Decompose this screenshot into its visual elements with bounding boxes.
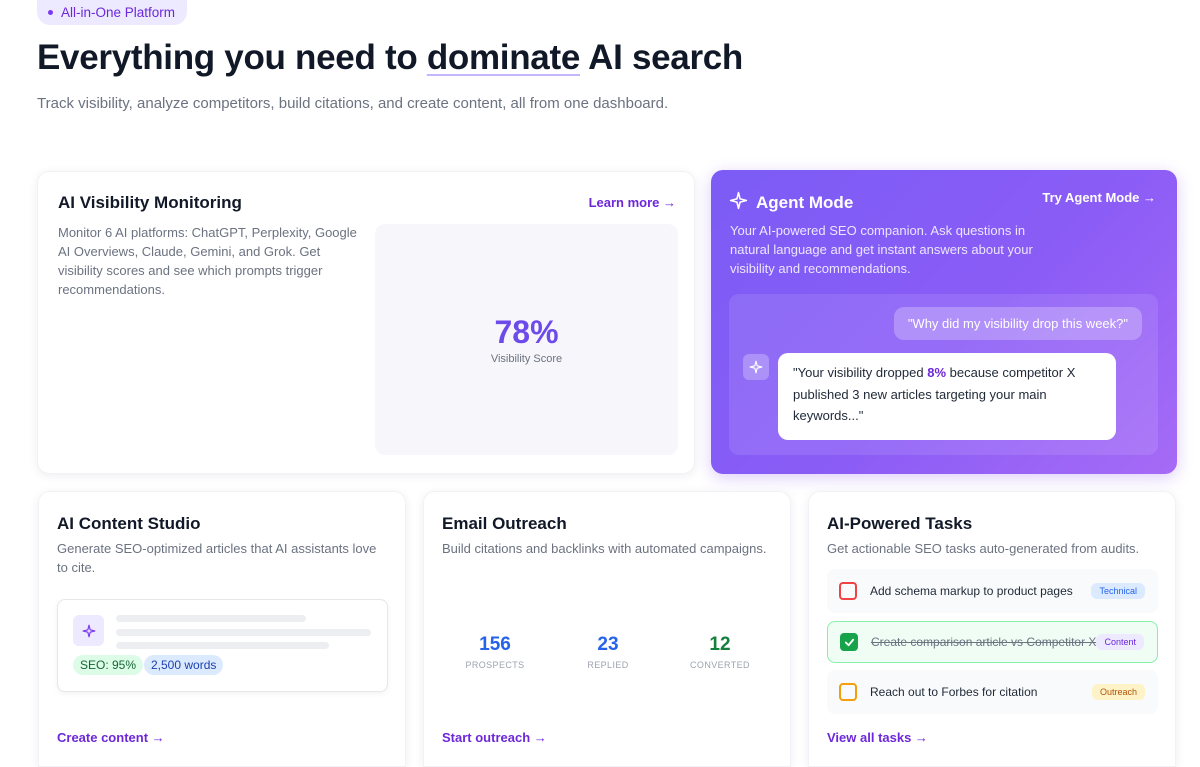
- sparkle-icon: [729, 191, 748, 215]
- task-tag: Outreach: [1091, 684, 1145, 700]
- task-item[interactable]: Reach out to Forbes for citation Outreac…: [827, 670, 1158, 714]
- title-highlight: dominate: [426, 38, 580, 77]
- visibility-score-panel: 78% Visibility Score: [375, 224, 678, 455]
- learn-more-link[interactable]: Learn more →: [589, 195, 676, 210]
- visibility-score: 78%: [494, 314, 559, 350]
- placeholder-line: [116, 642, 329, 649]
- stat-converted: 12 CONVERTED: [660, 634, 780, 670]
- email-outreach-description: Build citations and backlinks with autom…: [442, 541, 767, 556]
- task-text: Reach out to Forbes for citation: [870, 685, 1038, 699]
- task-tag: Content: [1096, 634, 1144, 650]
- task-item[interactable]: Create comparison article vs Competitor …: [827, 621, 1158, 663]
- seo-score-tag: SEO: 95%: [73, 655, 144, 675]
- tasks-title: AI-Powered Tasks: [827, 514, 973, 533]
- view-all-tasks-link[interactable]: View all tasks →: [827, 730, 928, 745]
- title-post: AI search: [580, 38, 744, 77]
- task-text: Add schema markup to product pages: [870, 584, 1073, 598]
- content-studio-description: Generate SEO-optimized articles that AI …: [57, 541, 377, 575]
- start-outreach-link[interactable]: Start outreach →: [442, 730, 547, 745]
- platform-badge: All-in-One Platform: [37, 0, 188, 25]
- stat-label: REPLIED: [587, 660, 629, 670]
- word-count-tag: 2,500 words: [144, 655, 224, 675]
- task-checkbox[interactable]: [839, 683, 857, 701]
- stat-prospects: 156 PROSPECTS: [435, 634, 555, 670]
- content-studio-card: AI Content Studio Generate SEO-optimized…: [38, 491, 406, 767]
- stat-value: 12: [709, 634, 731, 655]
- agent-description: Your AI-powered SEO companion. Ask quest…: [730, 223, 1033, 276]
- reply-highlight: 8%: [927, 365, 947, 380]
- tasks-card: AI-Powered Tasks Get actionable SEO task…: [808, 491, 1176, 767]
- page-subtitle: Track visibility, analyze competitors, b…: [37, 95, 669, 112]
- reply-pre: "Your visibility dropped: [793, 365, 928, 380]
- task-checkbox[interactable]: [840, 633, 858, 651]
- stat-label: CONVERTED: [690, 660, 750, 670]
- check-icon: [844, 638, 854, 646]
- content-studio-title: AI Content Studio: [57, 514, 201, 533]
- agent-header: Agent Mode: [729, 191, 853, 215]
- stat-label: PROSPECTS: [465, 660, 525, 670]
- stat-value: 156: [479, 634, 511, 655]
- visibility-card: AI Visibility Monitoring Learn more → Mo…: [37, 171, 695, 474]
- agent-chat-preview: "Why did my visibility drop this week?" …: [729, 294, 1158, 455]
- article-preview: SEO: 95% 2,500 words: [57, 599, 388, 692]
- badge-dot-icon: [48, 10, 53, 15]
- stat-replied: 23 REPLIED: [548, 634, 668, 670]
- visibility-score-label: Visibility Score: [490, 353, 563, 365]
- task-tag: Technical: [1091, 583, 1145, 599]
- agent-mode-card: Agent Mode Try Agent Mode → Your AI-powe…: [711, 170, 1177, 474]
- try-agent-mode-link[interactable]: Try Agent Mode →: [1042, 190, 1156, 205]
- tasks-description: Get actionable SEO tasks auto-generated …: [827, 541, 1140, 556]
- title-pre: Everything you need to: [37, 38, 427, 77]
- task-text: Create comparison article vs Competitor …: [871, 635, 1097, 649]
- user-message: "Why did my visibility drop this week?": [893, 307, 1142, 340]
- ai-reply: "Your visibility dropped 8% because comp…: [778, 353, 1116, 440]
- task-item[interactable]: Add schema markup to product pages Techn…: [827, 569, 1158, 613]
- task-checkbox[interactable]: [839, 582, 857, 600]
- page-title: Everything you need to dominate AI searc…: [37, 38, 743, 78]
- ai-sparkle-icon: [743, 354, 769, 380]
- sparkle-icon: [73, 615, 104, 646]
- email-outreach-card: Email Outreach Build citations and backl…: [423, 491, 791, 767]
- placeholder-line: [116, 615, 306, 622]
- visibility-title: AI Visibility Monitoring: [58, 193, 242, 212]
- stat-value: 23: [597, 634, 619, 655]
- visibility-description: Monitor 6 AI platforms: ChatGPT, Perplex…: [58, 225, 357, 297]
- placeholder-line: [116, 629, 371, 636]
- agent-title: Agent Mode: [756, 193, 854, 212]
- email-outreach-title: Email Outreach: [442, 514, 567, 533]
- badge-label: All-in-One Platform: [61, 5, 176, 20]
- create-content-link[interactable]: Create content →: [57, 730, 165, 745]
